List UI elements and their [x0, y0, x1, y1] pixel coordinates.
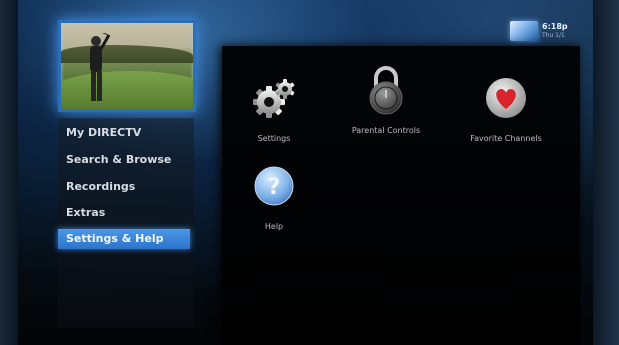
heart-icon: [486, 78, 526, 118]
preview-fairway: [61, 71, 193, 109]
clock-day: Thu 1/1: [542, 32, 565, 39]
main-menu: My DIRECTV Search & Browse Recordings Ex…: [58, 118, 194, 328]
tile-help-label: Help: [264, 222, 284, 231]
settings-panel: Settings Parental Controls Favorite Chan…: [222, 46, 580, 345]
live-tv-preview[interactable]: [58, 20, 196, 112]
left-edge: [0, 0, 18, 345]
padlock-icon: [369, 66, 403, 115]
menu-item-my-directv[interactable]: My DIRECTV: [58, 123, 194, 143]
tile-favorite-channels-label: Favorite Channels: [470, 134, 542, 143]
directv-logo-clock: 6:18p Thu 1/1: [510, 18, 576, 44]
menu-item-extras[interactable]: Extras: [58, 203, 194, 223]
menu-item-search-browse[interactable]: Search & Browse: [58, 150, 194, 170]
question-icon: ?: [254, 166, 294, 206]
gears-icon: [253, 79, 295, 118]
tile-parental-controls-label: Parental Controls: [351, 126, 421, 135]
directv-logo-icon: [510, 21, 538, 41]
clock-time: 6:18p: [542, 22, 568, 31]
tile-settings-label: Settings: [257, 134, 291, 143]
golfer-figure: [90, 33, 111, 101]
menu-item-recordings[interactable]: Recordings: [58, 177, 194, 197]
right-edge: [593, 0, 619, 345]
svg-text:?: ?: [268, 175, 281, 200]
clock: 6:18p Thu 1/1: [542, 22, 568, 40]
tv-screen: 6:18p Thu 1/1 My DIRECTV Search & Browse…: [0, 0, 619, 345]
menu-item-settings-help[interactable]: Settings & Help: [58, 229, 190, 249]
